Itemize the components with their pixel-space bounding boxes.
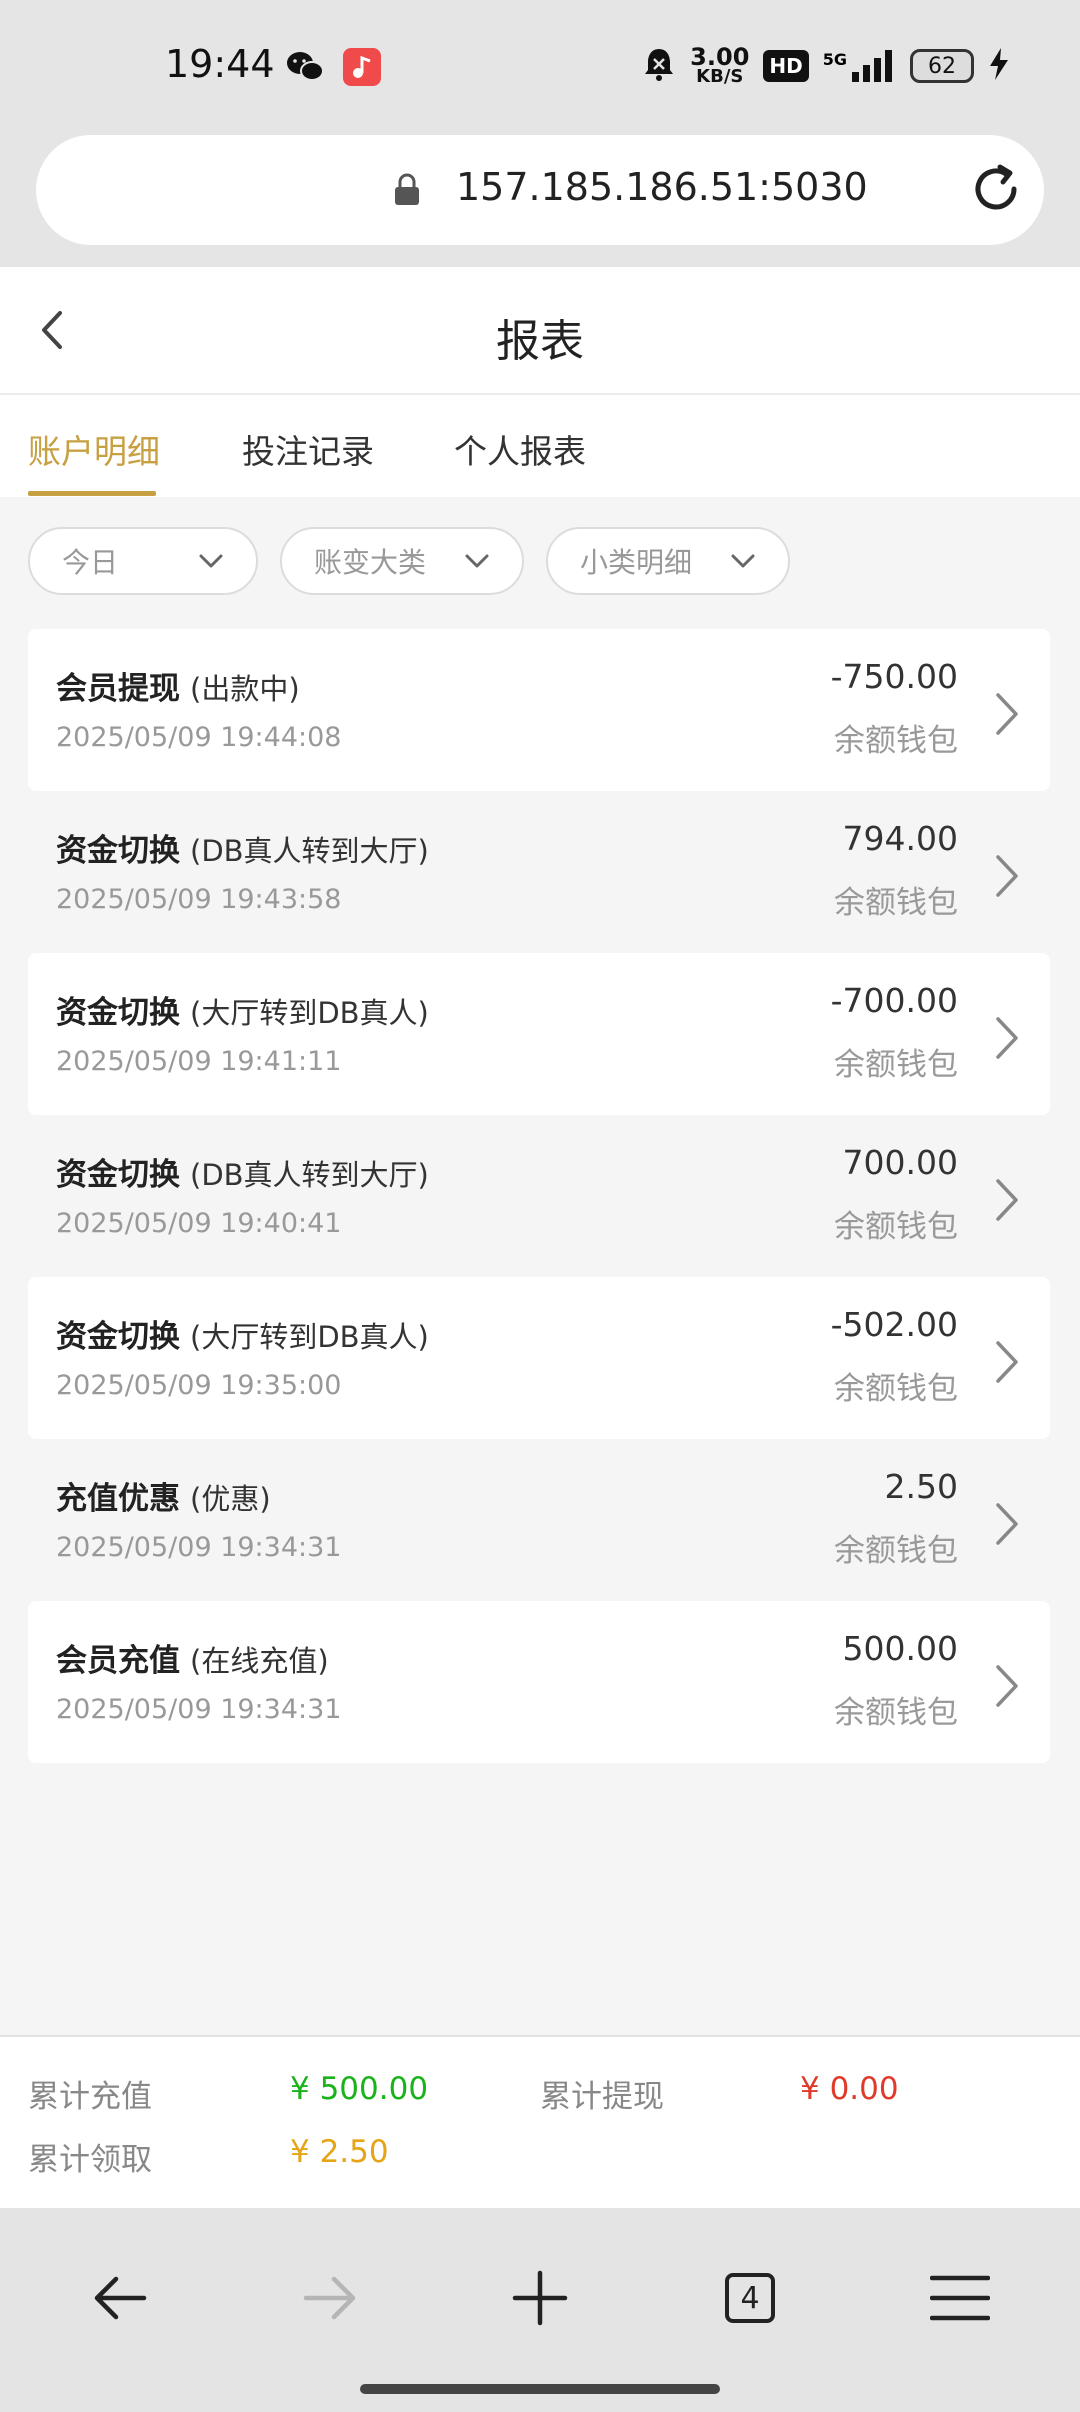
record-list: 会员提现 (出款中) 2025/05/09 19:44:08 -750.00 余额… (28, 629, 1050, 1763)
active-tab-indicator (28, 491, 156, 496)
home-indicator (360, 2384, 720, 2394)
record-subtype: (大厅转到DB真人) (190, 1320, 429, 1354)
menu-icon[interactable] (920, 2258, 1000, 2338)
tab-count: 4 (725, 2273, 775, 2323)
chevron-right-icon (996, 1665, 1018, 1707)
browser-toolbar: 157.185.186.51:5030 (0, 135, 1080, 267)
record-title: 充值优惠 (优惠) (56, 1481, 271, 1517)
filter-category-dropdown[interactable]: 账变大类 (280, 527, 524, 595)
music-app-icon (343, 48, 381, 90)
total-claim-value: ¥ 2.50 (290, 2134, 389, 2170)
charging-icon (988, 48, 1010, 84)
chevron-down-icon (199, 554, 223, 568)
record-subtype: (DB真人转到大厅) (190, 1158, 429, 1192)
record-wallet: 余额钱包 (834, 1047, 958, 1083)
record-wallet: 余额钱包 (834, 1695, 958, 1731)
net-speed: 3.00 KB/S (690, 43, 750, 87)
status-time: 19:44 (165, 42, 275, 86)
total-withdraw-label: 累计提现 (540, 2079, 664, 2115)
new-tab-icon[interactable] (500, 2258, 580, 2338)
chevron-right-icon (996, 1179, 1018, 1221)
filter-date-dropdown[interactable]: 今日 (28, 527, 258, 595)
chevron-right-icon (996, 1503, 1018, 1545)
app-header: 报表 (0, 267, 1080, 395)
status-right-icons: 3.00 KB/S HD 5G 62 (642, 43, 1010, 87)
chevron-down-icon (731, 554, 755, 568)
nav-forward-icon[interactable] (290, 2258, 370, 2338)
tab-bet-records[interactable]: 投注记录 (242, 425, 374, 473)
tab-personal-report[interactable]: 个人报表 (454, 425, 586, 473)
record-amount: 794.00 (842, 819, 958, 858)
lock-icon (392, 173, 422, 211)
record-row[interactable]: 资金切换 (DB真人转到大厅) 2025/05/09 19:43:58 794.0… (28, 791, 1050, 953)
chevron-right-icon (996, 1341, 1018, 1383)
record-row[interactable]: 充值优惠 (优惠) 2025/05/09 19:34:31 2.50 余额钱包 (28, 1439, 1050, 1601)
record-wallet: 余额钱包 (834, 885, 958, 921)
record-wallet: 余额钱包 (834, 723, 958, 759)
record-subtype: (出款中) (190, 672, 300, 706)
status-left-icons (285, 48, 381, 90)
wechat-icon (285, 50, 325, 88)
filter-subcategory-dropdown[interactable]: 小类明细 (546, 527, 790, 595)
record-subtype: (优惠) (190, 1482, 271, 1516)
tab-bar: 账户明细 投注记录 个人报表 (0, 395, 1080, 499)
tabs-switcher-button[interactable]: 4 (710, 2258, 790, 2338)
chevron-right-icon (996, 693, 1018, 735)
record-amount: 500.00 (842, 1629, 958, 1668)
record-amount: 700.00 (842, 1143, 958, 1182)
page-title: 报表 (496, 316, 584, 367)
total-recharge-label: 累计充值 (28, 2079, 152, 2115)
total-claim-label: 累计领取 (28, 2142, 152, 2178)
filter-bar: 今日 账变大类 小类明细 (28, 527, 790, 595)
url-text[interactable]: 157.185.186.51:5030 (456, 165, 868, 209)
chevron-down-icon (465, 554, 489, 568)
hd-badge: HD (763, 50, 809, 82)
record-amount: 2.50 (884, 1467, 958, 1506)
record-amount: -700.00 (830, 981, 958, 1020)
record-wallet: 余额钱包 (834, 1371, 958, 1407)
record-row[interactable]: 资金切换 (大厅转到DB真人) 2025/05/09 19:35:00 -502.… (28, 1277, 1050, 1439)
reload-icon[interactable] (966, 159, 1026, 223)
filter-label: 小类明细 (580, 546, 693, 579)
filter-label: 账变大类 (314, 546, 427, 579)
signal-icon: 5G (823, 50, 896, 82)
record-wallet: 余额钱包 (834, 1209, 958, 1245)
battery-indicator: 62 (910, 49, 974, 83)
total-withdraw-value: ¥ 0.00 (800, 2071, 899, 2107)
chevron-right-icon (996, 855, 1018, 897)
record-subtype: (在线充值) (190, 1644, 329, 1678)
screen: 19:44 3.00 KB/S HD 5G 62 157.185.186.51:… (0, 0, 1080, 2412)
alarm-off-icon (642, 46, 676, 86)
summary-bar: 累计充值 ¥ 500.00 累计提现 ¥ 0.00 累计领取 ¥ 2.50 (0, 2035, 1080, 2210)
nav-back-icon[interactable] (80, 2258, 160, 2338)
record-row[interactable]: 资金切换 (DB真人转到大厅) 2025/05/09 19:40:41 700.0… (28, 1115, 1050, 1277)
status-bar: 19:44 3.00 KB/S HD 5G 62 (0, 0, 1080, 135)
tab-account-details[interactable]: 账户明细 (28, 425, 160, 473)
chevron-right-icon (996, 1017, 1018, 1059)
record-row[interactable]: 会员提现 (出款中) 2025/05/09 19:44:08 -750.00 余额… (28, 629, 1050, 791)
record-subtype: (DB真人转到大厅) (190, 834, 429, 868)
record-amount: -750.00 (830, 657, 958, 696)
content-area: 今日 账变大类 小类明细 会员提现 (出款中) 2025/05/09 19:44:… (0, 497, 1080, 2035)
url-bar[interactable]: 157.185.186.51:5030 (36, 135, 1044, 245)
total-recharge-value: ¥ 500.00 (290, 2071, 429, 2107)
record-amount: -502.00 (830, 1305, 958, 1344)
filter-label: 今日 (62, 546, 119, 579)
browser-bottom-nav: 4 (0, 2208, 1080, 2412)
record-subtype: (大厅转到DB真人) (190, 996, 429, 1030)
record-wallet: 余额钱包 (834, 1533, 958, 1569)
record-row[interactable]: 资金切换 (大厅转到DB真人) 2025/05/09 19:41:11 -700.… (28, 953, 1050, 1115)
record-row[interactable]: 会员充值 (在线充值) 2025/05/09 19:34:31 500.00 余额… (28, 1601, 1050, 1763)
